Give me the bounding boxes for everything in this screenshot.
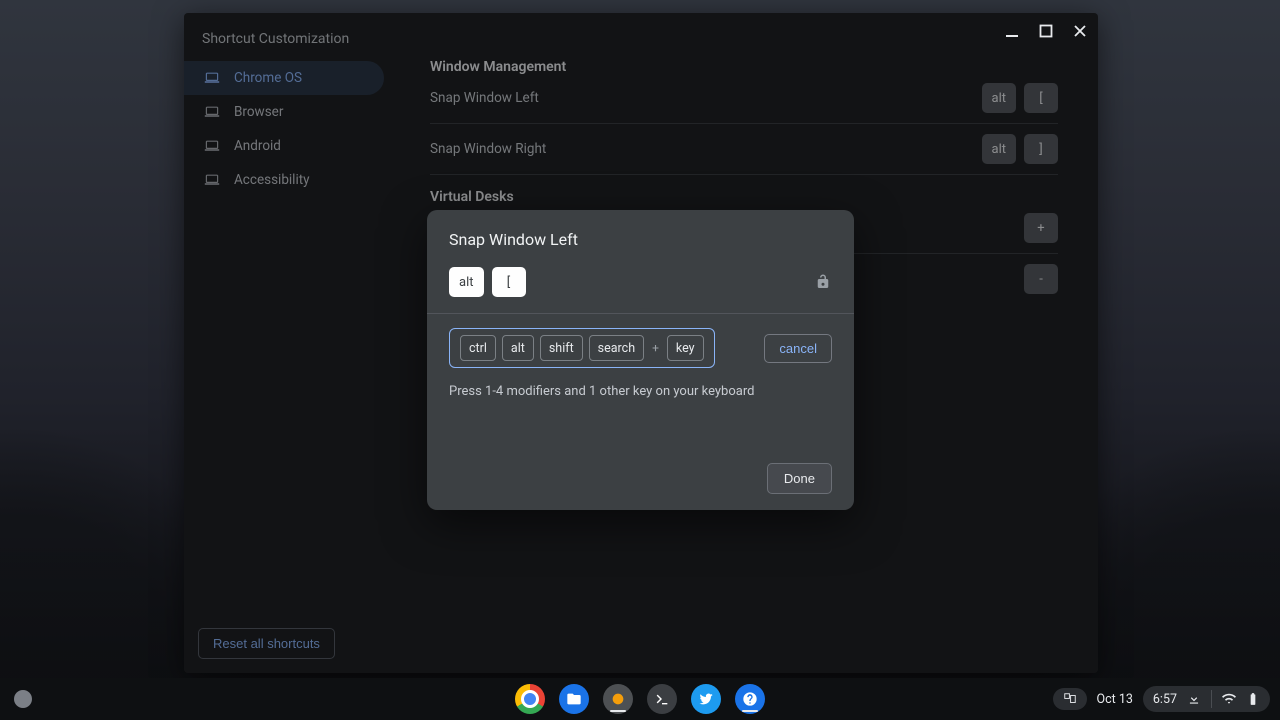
tray-time: 6:57 bbox=[1153, 692, 1177, 707]
shelf: Oct 13 6:57 bbox=[0, 678, 1280, 720]
key-cap: [ bbox=[492, 267, 526, 297]
key-cap: shift bbox=[540, 335, 583, 361]
divider bbox=[430, 123, 1058, 124]
wifi-icon bbox=[1222, 692, 1236, 706]
window-maximize-button[interactable] bbox=[1034, 19, 1058, 43]
tray-date: Oct 13 bbox=[1097, 692, 1133, 707]
app-title: Shortcut Customization bbox=[202, 31, 349, 47]
shortcut-keys: alt [ bbox=[982, 83, 1059, 113]
tray-status-area[interactable]: 6:57 bbox=[1143, 686, 1270, 712]
edit-shortcut-dialog: Snap Window Left alt [ ctrl alt shift se… bbox=[427, 210, 854, 510]
shortcut-label: Snap Window Right bbox=[430, 141, 546, 157]
chrome-icon[interactable] bbox=[515, 684, 545, 714]
key-cap: alt bbox=[982, 134, 1017, 164]
shortcut-keys: - bbox=[1024, 264, 1058, 294]
battery-icon bbox=[1246, 692, 1260, 706]
cancel-button[interactable]: cancel bbox=[764, 334, 832, 363]
terminal-icon[interactable] bbox=[647, 684, 677, 714]
sidebar-item-browser[interactable]: Browser bbox=[184, 95, 390, 129]
key-cap: + bbox=[1024, 213, 1058, 243]
key-cap: alt bbox=[982, 83, 1017, 113]
shortcut-capture-input[interactable]: ctrl alt shift search + key bbox=[449, 328, 715, 368]
launcher-button[interactable] bbox=[14, 690, 32, 708]
key-cap: ] bbox=[1024, 134, 1058, 164]
sidebar-item-chrome-os[interactable]: Chrome OS bbox=[184, 61, 384, 95]
section-title-window-management: Window Management bbox=[430, 59, 1058, 75]
overview-icon bbox=[1063, 692, 1077, 706]
shelf-pinned-apps bbox=[515, 684, 765, 714]
app-icon[interactable] bbox=[603, 684, 633, 714]
shortcut-row[interactable]: Snap Window Right alt ] bbox=[430, 126, 1058, 172]
sidebar-item-label: Accessibility bbox=[234, 172, 310, 188]
key-cap: key bbox=[667, 335, 704, 361]
download-icon bbox=[1187, 692, 1201, 706]
separator bbox=[1211, 690, 1212, 708]
lock-open-icon bbox=[814, 273, 832, 291]
laptop-icon bbox=[204, 72, 220, 84]
twitter-icon[interactable] bbox=[691, 684, 721, 714]
divider bbox=[430, 174, 1058, 175]
sidebar-item-android[interactable]: Android bbox=[184, 129, 390, 163]
shortcut-keys: + bbox=[1024, 213, 1058, 243]
plus-separator: + bbox=[650, 341, 661, 355]
key-cap: alt bbox=[449, 267, 484, 297]
key-cap: [ bbox=[1024, 83, 1058, 113]
key-cap: alt bbox=[502, 335, 534, 361]
files-icon[interactable] bbox=[559, 684, 589, 714]
key-cap: - bbox=[1024, 264, 1058, 294]
reset-all-shortcuts-button[interactable]: Reset all shortcuts bbox=[198, 628, 335, 659]
laptop-icon bbox=[204, 106, 220, 118]
key-cap: ctrl bbox=[460, 335, 496, 361]
shortcut-label: Snap Window Left bbox=[430, 90, 539, 106]
window-close-button[interactable] bbox=[1068, 19, 1092, 43]
dialog-divider bbox=[427, 313, 854, 314]
shortcut-keys: alt ] bbox=[982, 134, 1059, 164]
section-title-virtual-desks: Virtual Desks bbox=[430, 189, 1058, 205]
sidebar: Chrome OS Browser Android Accessibility bbox=[184, 61, 390, 197]
laptop-icon bbox=[204, 174, 220, 186]
current-shortcut-keys: alt [ bbox=[449, 267, 526, 297]
done-button[interactable]: Done bbox=[767, 463, 832, 494]
sidebar-item-label: Android bbox=[234, 138, 281, 154]
key-cap: search bbox=[589, 335, 644, 361]
window-minimize-button[interactable] bbox=[1000, 19, 1024, 43]
sidebar-item-accessibility[interactable]: Accessibility bbox=[184, 163, 390, 197]
sidebar-item-label: Browser bbox=[234, 104, 283, 120]
help-icon[interactable] bbox=[735, 684, 765, 714]
laptop-icon bbox=[204, 140, 220, 152]
capture-hint: Press 1-4 modifiers and 1 other key on y… bbox=[449, 384, 832, 399]
system-tray[interactable]: Oct 13 6:57 bbox=[1053, 686, 1271, 712]
shortcut-row[interactable]: Snap Window Left alt [ bbox=[430, 75, 1058, 121]
tray-overview-button[interactable] bbox=[1053, 688, 1087, 710]
sidebar-item-label: Chrome OS bbox=[234, 70, 302, 86]
dialog-title: Snap Window Left bbox=[449, 230, 832, 249]
